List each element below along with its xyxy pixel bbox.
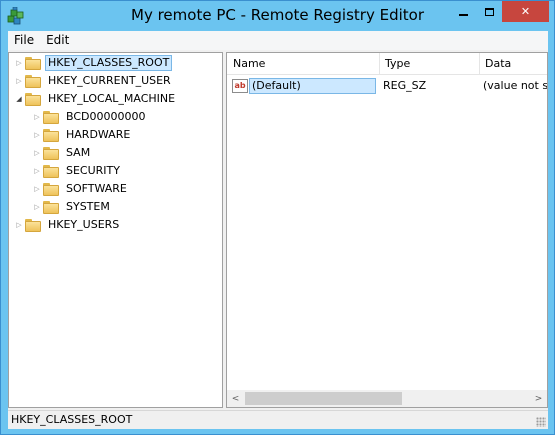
tree-item-label: SECURITY: [66, 164, 120, 177]
collapse-arrow-icon[interactable]: ◢: [13, 90, 25, 108]
expand-arrow-icon[interactable]: ▷: [31, 144, 43, 162]
folder-icon: [25, 218, 41, 232]
tree-item-label: HKEY_USERS: [48, 218, 120, 231]
value-data: (value not set): [483, 79, 548, 92]
folder-icon: [43, 164, 59, 178]
tree-item-bcd00000000[interactable]: ▷ BCD00000000: [31, 108, 149, 126]
values-list[interactable]: Name Type Data ab (Default) REG_SZ (valu…: [226, 52, 548, 408]
value-name: (Default): [249, 77, 376, 94]
status-path: HKEY_CLASSES_ROOT: [11, 413, 133, 426]
tree-item-hkey-current-user[interactable]: ▷ HKEY_CURRENT_USER: [13, 72, 174, 90]
horizontal-scrollbar[interactable]: < >: [227, 390, 547, 407]
tree-item-label: SOFTWARE: [66, 182, 127, 195]
folder-icon: [43, 128, 59, 142]
tree-item-label: HKEY_CURRENT_USER: [48, 74, 171, 87]
scroll-right-icon[interactable]: >: [530, 390, 547, 407]
tree-item-label: BCD00000000: [66, 110, 146, 123]
tree-item-label: SAM: [66, 146, 91, 159]
expand-arrow-icon[interactable]: ▷: [31, 198, 43, 216]
tree-item-label: SYSTEM: [66, 200, 110, 213]
expand-arrow-icon[interactable]: ▷: [13, 216, 25, 234]
string-value-icon: ab: [232, 78, 248, 93]
maximize-button[interactable]: [476, 1, 502, 22]
scrollbar-thumb[interactable]: [245, 392, 402, 405]
registry-editor-window: My remote PC - Remote Registry Editor ✕ …: [0, 0, 555, 435]
expand-arrow-icon[interactable]: ▷: [13, 72, 25, 90]
folder-icon: [43, 146, 59, 160]
tree-item-system[interactable]: ▷ SYSTEM: [31, 198, 113, 216]
tree-item-hardware[interactable]: ▷ HARDWARE: [31, 126, 133, 144]
expand-arrow-icon[interactable]: ▷: [31, 180, 43, 198]
close-button[interactable]: ✕: [502, 1, 549, 22]
expand-arrow-icon[interactable]: ▷: [31, 108, 43, 126]
list-header: Name Type Data: [227, 53, 547, 75]
expand-arrow-icon[interactable]: ▷: [31, 126, 43, 144]
tree-item-label: HKEY_CLASSES_ROOT: [45, 55, 173, 71]
tree-item-hkey-local-machine[interactable]: ◢ HKEY_LOCAL_MACHINE: [13, 90, 178, 108]
tree-item-hkey-users[interactable]: ▷ HKEY_USERS: [13, 216, 122, 234]
column-header-type[interactable]: Type: [379, 53, 479, 75]
menu-bar: File Edit: [8, 31, 548, 50]
menu-edit[interactable]: Edit: [40, 31, 75, 50]
column-header-data[interactable]: Data: [479, 53, 547, 75]
tree-item-security[interactable]: ▷ SECURITY: [31, 162, 123, 180]
maximize-icon: [484, 7, 494, 16]
folder-icon: [25, 92, 41, 106]
close-icon: ✕: [520, 5, 531, 18]
minimize-icon: [458, 13, 468, 16]
registry-tree[interactable]: ▷ HKEY_CLASSES_ROOT ▷ HKEY_CURRENT_USER …: [8, 52, 223, 408]
list-item[interactable]: ab (Default) REG_SZ (value not set): [227, 76, 547, 94]
folder-icon: [25, 56, 41, 70]
tree-item-sam[interactable]: ▷ SAM: [31, 144, 93, 162]
minimize-button[interactable]: [450, 1, 476, 22]
value-name-cell: ab (Default): [232, 77, 376, 94]
folder-icon: [43, 200, 59, 214]
resize-grip-icon[interactable]: [536, 417, 546, 427]
title-bar[interactable]: My remote PC - Remote Registry Editor ✕: [1, 1, 554, 31]
tree-item-software[interactable]: ▷ SOFTWARE: [31, 180, 130, 198]
menu-file[interactable]: File: [8, 31, 40, 50]
folder-icon: [43, 182, 59, 196]
tree-item-hkey-classes-root[interactable]: ▷ HKEY_CLASSES_ROOT: [13, 54, 173, 72]
tree-item-label: HARDWARE: [66, 128, 131, 141]
tree-item-label: HKEY_LOCAL_MACHINE: [48, 92, 176, 105]
status-bar: HKEY_CLASSES_ROOT: [8, 410, 548, 429]
folder-icon: [25, 74, 41, 88]
expand-arrow-icon[interactable]: ▷: [13, 54, 25, 72]
scroll-left-icon[interactable]: <: [227, 390, 244, 407]
folder-icon: [43, 110, 59, 124]
client-area: File Edit ▷ HKEY_CLASSES_ROOT ▷ HKEY_CUR…: [8, 31, 548, 429]
expand-arrow-icon[interactable]: ▷: [31, 162, 43, 180]
column-header-name[interactable]: Name: [227, 53, 379, 75]
value-type: REG_SZ: [383, 79, 427, 92]
